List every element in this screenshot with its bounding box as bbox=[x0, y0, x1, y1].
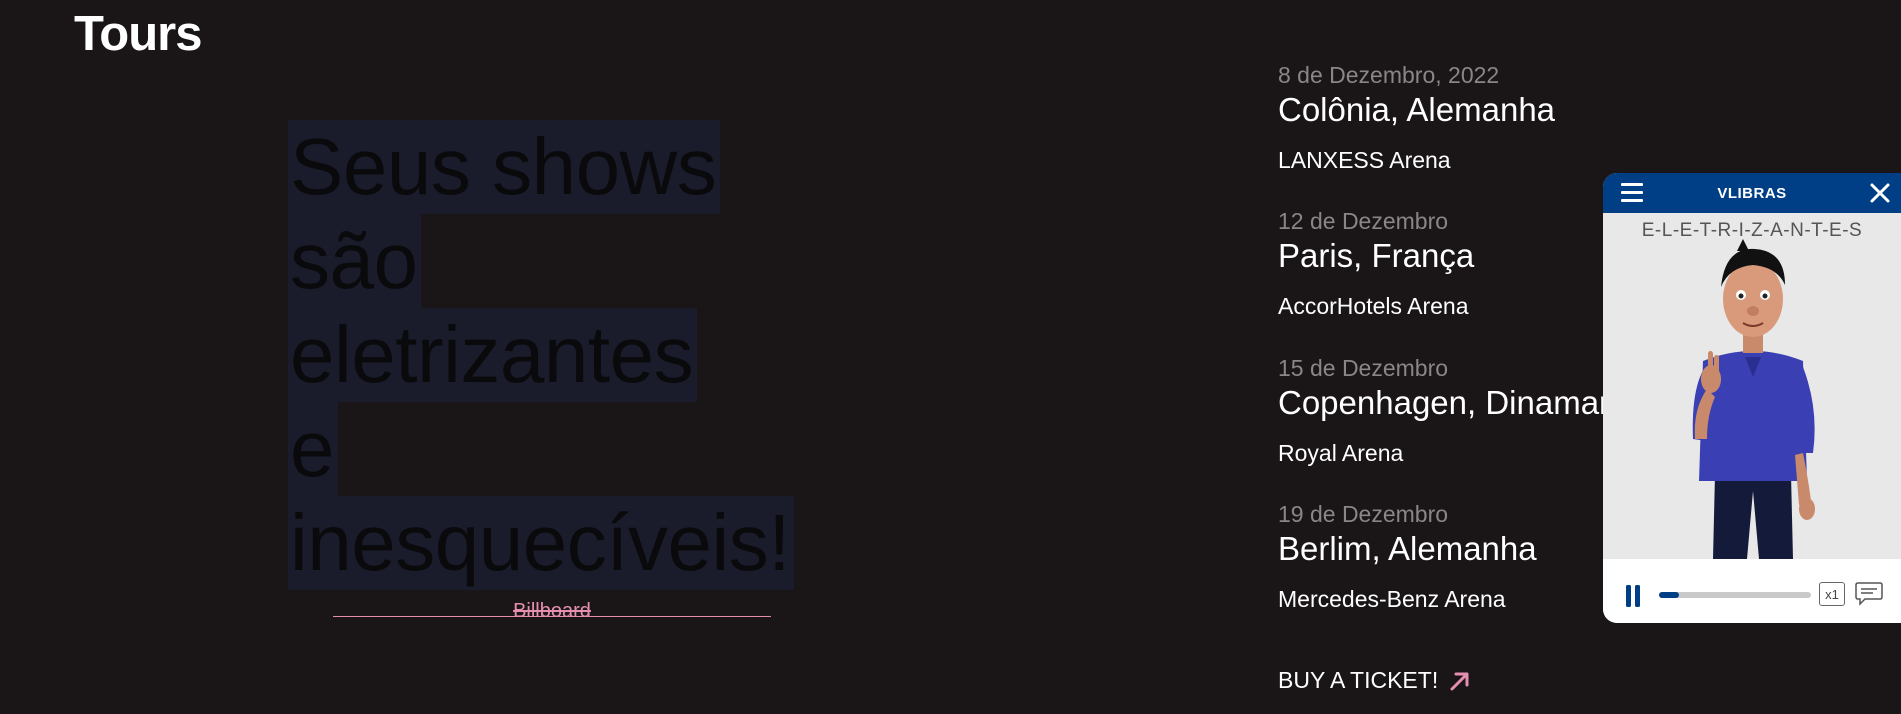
tour-item: 12 de Dezembro Paris, França AccorHotels… bbox=[1278, 206, 1474, 320]
tour-item: 15 de Dezembro Copenhagen, Dinamarca Roy… bbox=[1278, 353, 1645, 467]
tour-item: 8 de Dezembro, 2022 Colônia, Alemanha LA… bbox=[1278, 60, 1555, 174]
tour-date: 19 de Dezembro bbox=[1278, 501, 1449, 527]
vlibras-controls: x1 bbox=[1603, 559, 1901, 623]
tour-item: 19 de Dezembro Berlim, Alemanha Mercedes… bbox=[1278, 499, 1537, 613]
quote-line: eletrizantes bbox=[288, 308, 698, 402]
speed-button[interactable]: x1 bbox=[1819, 582, 1845, 606]
tour-city: Berlim, Alemanha bbox=[1278, 530, 1537, 567]
quote-line: são bbox=[288, 214, 422, 308]
section-title: Tours bbox=[74, 7, 202, 61]
quote-line: Seus shows bbox=[288, 120, 721, 214]
buy-ticket-label: BUY A TICKET! bbox=[1278, 667, 1439, 693]
tour-date: 8 de Dezembro, 2022 bbox=[1278, 62, 1500, 88]
pause-icon[interactable] bbox=[1625, 585, 1641, 607]
progress-fill bbox=[1659, 592, 1679, 598]
vlibras-widget: VLIBRAS E-L-E-T-R-I-Z-A-N-T-E-S x1 bbox=[1603, 173, 1901, 623]
subtitles-icon[interactable] bbox=[1855, 580, 1883, 606]
buy-ticket-link[interactable]: BUY A TICKET! bbox=[1278, 667, 1472, 694]
quote-source: Billboard bbox=[333, 600, 771, 623]
tour-venue: AccorHotels Arena bbox=[1278, 293, 1469, 319]
quote-block: Seus shows são eletrizantes e inesquecív… bbox=[288, 120, 848, 590]
tour-venue: LANXESS Arena bbox=[1278, 147, 1451, 173]
close-icon[interactable] bbox=[1869, 182, 1891, 204]
tour-city: Copenhagen, Dinamarca bbox=[1278, 384, 1645, 421]
tour-date: 15 de Dezembro bbox=[1278, 355, 1449, 381]
arrow-up-right-icon bbox=[1450, 672, 1469, 690]
menu-icon[interactable] bbox=[1621, 183, 1643, 203]
tour-venue: Royal Arena bbox=[1278, 440, 1404, 466]
signing-avatar bbox=[1692, 239, 1815, 559]
quote-line: e bbox=[288, 402, 338, 496]
tour-city: Colônia, Alemanha bbox=[1278, 91, 1556, 128]
vlibras-title: VLIBRAS bbox=[1717, 184, 1787, 202]
quote-line: inesquecíveis! bbox=[288, 496, 794, 590]
tour-city: Paris, França bbox=[1278, 237, 1475, 274]
vlibras-header: VLIBRAS bbox=[1603, 173, 1901, 213]
tour-venue: Mercedes-Benz Arena bbox=[1278, 586, 1506, 612]
progress-bar[interactable] bbox=[1659, 592, 1811, 598]
quote-source-label: Billboard bbox=[513, 600, 591, 622]
tour-date: 12 de Dezembro bbox=[1278, 208, 1449, 234]
